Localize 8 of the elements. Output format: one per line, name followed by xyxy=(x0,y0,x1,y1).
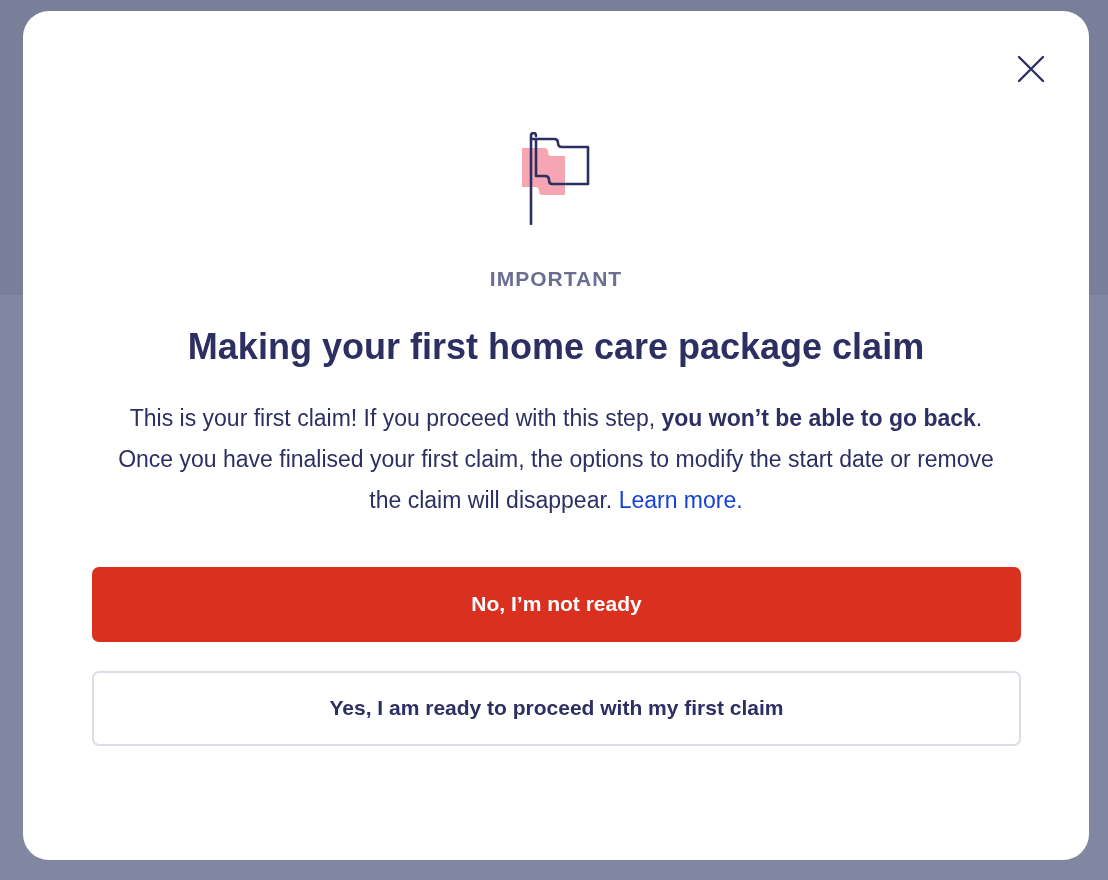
flag-icon xyxy=(522,132,590,225)
message-text: This is your first claim! If you proceed with this step, you won’t be able to go back. Once you have finalised your first claim, the options to modify the start date or remove the claim will disappear. Learn more. xyxy=(117,403,995,515)
eyebrow-label: IMPORTANT xyxy=(489,266,623,292)
close-icon[interactable] xyxy=(1017,55,1045,83)
not-ready-button[interactable]: No, I’m not ready xyxy=(92,566,1021,642)
dialog-title: Making your first home care package claim xyxy=(186,324,926,368)
proceed-button[interactable]: Yes, I am ready to proceed with my first claim xyxy=(92,670,1021,746)
learn-more-link[interactable]: Learn more. xyxy=(618,486,743,513)
